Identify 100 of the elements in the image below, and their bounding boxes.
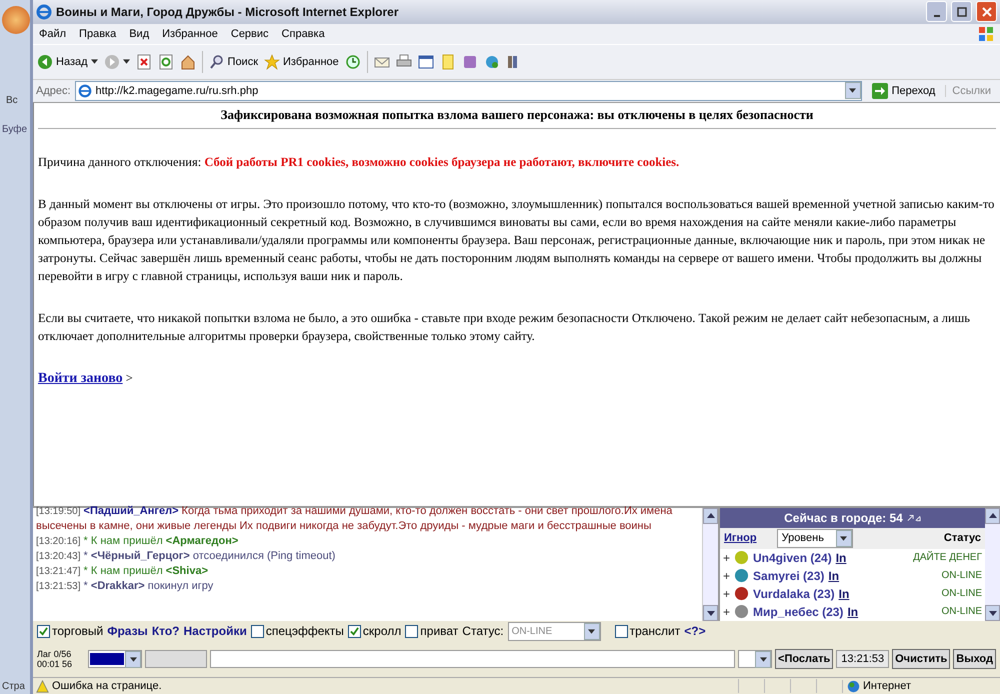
info-link[interactable]: In bbox=[828, 568, 840, 583]
paragraph: В данный момент вы отключены от игры. Это произошло потому, что кто-то (возможно, злоумышленник) попытался воспользоваться вашей временной учетной записью каким-то образом получив ваш идентификационный секретный код. Возможно, в случившимся виноваты вы сами, если во время нахождения на сайте меняли какие-либо параметры компьютера, браузера или устанавливали/удаляли программы или компоненты браузера. Ваш персонаж, регистрационные данные, включающие ник и пароль, при этом никак не затронуты. Сейчас завершён лишь временный сеанс работы, чтобы не дать посторонним людям выполнять команды на сервере от вашего имени. Чтобы продолжить вы должны перевойти в игру с главной страницы, используя ваши ник и пароль. bbox=[38, 196, 996, 285]
lag-text: Лаг 0/56 bbox=[37, 649, 72, 660]
recipient-field[interactable] bbox=[145, 650, 207, 668]
expand-icon[interactable] bbox=[906, 514, 921, 522]
add-button[interactable]: + bbox=[723, 604, 730, 619]
menu-item[interactable]: Сервис bbox=[230, 28, 269, 40]
checkbox[interactable] bbox=[37, 624, 50, 638]
info-link[interactable]: In bbox=[836, 550, 846, 565]
caret-icon bbox=[90, 59, 98, 64]
player-name[interactable]: Samyrei (23) bbox=[753, 568, 824, 583]
scrollbar[interactable] bbox=[702, 508, 718, 622]
window-title: Воины и Маги, Город Дружбы - Microsoft Internet Explorer bbox=[56, 4, 398, 19]
scroll-up-icon[interactable] bbox=[706, 513, 714, 518]
clear-button[interactable]: Очистить bbox=[892, 649, 950, 670]
search-button[interactable]: Поиск bbox=[208, 54, 258, 70]
background-text: Стра bbox=[2, 681, 25, 692]
caret-icon bbox=[760, 657, 767, 662]
add-button[interactable]: + bbox=[723, 550, 730, 565]
info-link[interactable]: In bbox=[847, 604, 858, 619]
menu-item[interactable]: Правка bbox=[79, 28, 116, 40]
message-input[interactable] bbox=[210, 650, 736, 668]
go-button[interactable]: Переход bbox=[866, 82, 942, 99]
player-status: ON-LINE bbox=[941, 588, 982, 600]
address-label: Адрес: bbox=[36, 84, 71, 97]
add-button[interactable]: + bbox=[723, 568, 730, 583]
menu-item[interactable]: Файл bbox=[39, 28, 66, 40]
chat-line: [13:20:16] * К нам пришёл <Армагедон> bbox=[36, 534, 240, 549]
caret-icon bbox=[849, 88, 856, 94]
menu-item[interactable]: Избранное bbox=[162, 28, 218, 40]
refresh-icon[interactable] bbox=[158, 54, 174, 70]
option-link[interactable]: Фразы bbox=[107, 624, 148, 638]
clock-text: 00:01 56 bbox=[37, 659, 74, 670]
page-icon bbox=[78, 84, 92, 98]
scrollbar[interactable] bbox=[985, 508, 1000, 622]
arrow-text: > bbox=[126, 370, 133, 385]
windows-flag-icon bbox=[978, 26, 994, 42]
reason-label: Причина данного отключения: bbox=[38, 154, 202, 169]
exit-button[interactable]: Выход bbox=[953, 649, 996, 670]
back-button[interactable]: Назад bbox=[37, 54, 98, 70]
ignore-link[interactable]: Игнор bbox=[724, 532, 757, 544]
scroll-down-icon[interactable] bbox=[706, 610, 714, 616]
smiley-dropdown[interactable] bbox=[738, 650, 772, 668]
favorites-button[interactable]: Избранное bbox=[264, 54, 339, 70]
scroll-up-icon[interactable] bbox=[988, 513, 996, 518]
send-button[interactable]: <Послать bbox=[775, 649, 834, 670]
menu-item[interactable]: Вид bbox=[129, 28, 150, 40]
forward-button[interactable] bbox=[104, 54, 130, 70]
browser-icon bbox=[36, 4, 52, 20]
status-dropdown[interactable]: ON-LINE bbox=[508, 622, 601, 641]
maximize-button[interactable] bbox=[951, 1, 972, 22]
player-name[interactable]: Un4given (24) bbox=[753, 550, 832, 565]
stop-icon[interactable] bbox=[136, 54, 152, 70]
checkbox[interactable] bbox=[614, 624, 628, 638]
minimize-button[interactable] bbox=[926, 1, 947, 22]
page-heading: Зафиксирована возможная попытка взлома вашего персонажа: вы отключены в целях безопасности bbox=[220, 106, 814, 123]
paragraph: Если вы считаете, что никакой попытки взлома не было, а это ошибка - ставьте при входе режим безопасности Отключено. Такой режим не делает сайт небезопасным, а лишь отключает дополнительные алгоритмы проверки браузера, свойственные только этому сайту. bbox=[38, 310, 971, 345]
background-text: Вс bbox=[6, 95, 18, 106]
color-dropdown[interactable] bbox=[88, 650, 142, 668]
chat-line: [13:21:53] *<Drakkar> покинул игру bbox=[36, 578, 214, 594]
option-link[interactable]: Настройки bbox=[184, 624, 247, 638]
info-link[interactable]: In bbox=[838, 586, 850, 601]
close-button[interactable] bbox=[976, 1, 997, 22]
time-display: 13:21:53 bbox=[836, 650, 890, 668]
globe-icon[interactable] bbox=[484, 54, 500, 70]
scroll-down-icon[interactable] bbox=[988, 610, 996, 616]
add-button[interactable]: + bbox=[723, 586, 730, 601]
checkbox[interactable] bbox=[348, 624, 361, 638]
home-icon[interactable] bbox=[180, 54, 196, 70]
player-name[interactable]: Vurdalaka (23) bbox=[753, 586, 835, 601]
address-field[interactable]: http://k2.magegame.ru/ru.srh.php bbox=[74, 80, 862, 101]
status-message: Ошибка на странице. bbox=[52, 680, 162, 692]
checkbox-label: спецэффекты bbox=[266, 624, 344, 638]
status-column-header: Статус bbox=[944, 532, 981, 544]
checkbox[interactable] bbox=[250, 624, 264, 638]
warning-icon bbox=[36, 680, 49, 693]
option-link[interactable]: <?> bbox=[684, 624, 706, 638]
history-icon[interactable] bbox=[344, 54, 361, 70]
caret-icon bbox=[588, 628, 596, 634]
relogin-link[interactable]: Войти заново bbox=[38, 370, 123, 386]
sort-dropdown[interactable]: Уровень bbox=[776, 528, 853, 548]
checkbox[interactable] bbox=[405, 624, 418, 638]
chat-line: [13:20:43] *<Чёрный_Герцог> отсоединился (Ping timeout) bbox=[36, 548, 336, 564]
player-name[interactable]: Мир_небес (23) bbox=[753, 604, 844, 619]
minimize-icon bbox=[934, 14, 940, 17]
reason-text: Сбой работы PR1 cookies, возможно cookies браузера не работают, включите cookies. bbox=[204, 154, 680, 169]
player-status: ДАЙТЕ ДЕНЕГ bbox=[913, 552, 982, 564]
maximize-icon bbox=[956, 6, 966, 17]
close-icon bbox=[982, 6, 992, 17]
zone-text: Интернет bbox=[863, 680, 911, 692]
chat-line: [13:21:47] * К нам пришёл <Shiva> bbox=[36, 564, 209, 579]
menu-item[interactable]: Справка bbox=[282, 28, 325, 40]
status-label: Статус: bbox=[462, 624, 504, 638]
star-icon bbox=[264, 54, 280, 70]
chat-line: [13:19:50] <Падший_Ангел> Когда тьма приходит за нашими душами, кто-то должен восстать - они свет прошлого.Их имена высечены в камне, они живые легенды Их подвиги никогда не забудут.Это друиды - мудрые маги и бесстрашные воины bbox=[36, 504, 674, 534]
background-text: Буфе bbox=[2, 124, 28, 135]
option-link[interactable]: Кто? bbox=[152, 624, 180, 638]
checkbox-label: скролл bbox=[362, 624, 402, 638]
checkbox-label: транслит bbox=[630, 624, 680, 638]
caret-icon bbox=[122, 59, 130, 64]
